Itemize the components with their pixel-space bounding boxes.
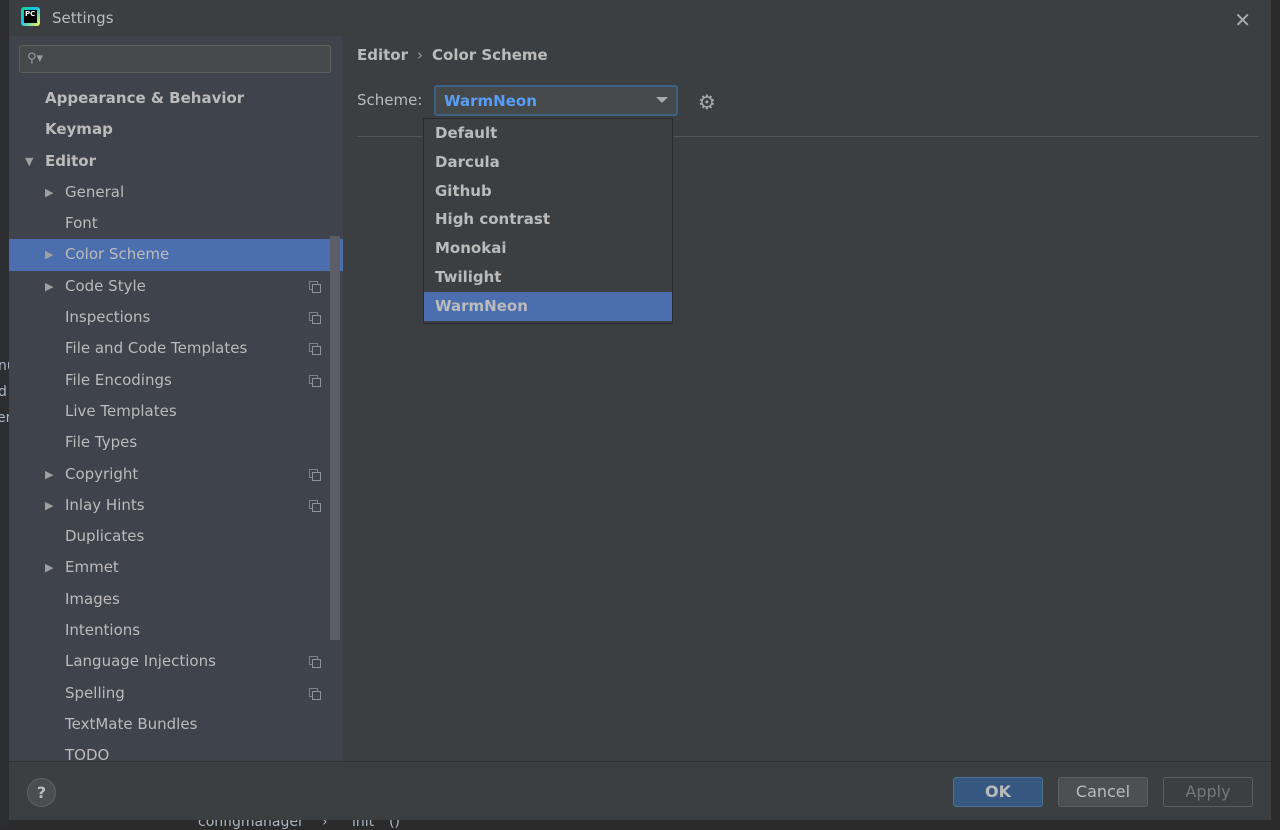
sidebar-item-images[interactable]: Images: [9, 584, 343, 615]
project-settings-icon: [309, 374, 321, 387]
background-text: d: [0, 384, 7, 400]
sidebar-item-emmet[interactable]: ▶ Emmet: [9, 552, 343, 583]
scheme-option[interactable]: WarmNeon: [424, 291, 672, 321]
sidebar-item-intentions[interactable]: Intentions: [9, 615, 343, 646]
sidebar-item-editor[interactable]: ▼ Editor: [9, 146, 343, 177]
sidebar-item-label: Spelling: [65, 683, 125, 702]
sidebar-item-appearance-behavior[interactable]: Appearance & Behavior: [9, 83, 343, 114]
sidebar-item-label: Inspections: [65, 308, 151, 327]
collapse-arrow-icon[interactable]: ▶: [45, 490, 53, 521]
project-settings-icon: [309, 280, 321, 293]
scheme-option[interactable]: Monokai: [424, 234, 672, 263]
sidebar-item-color-scheme[interactable]: ▶ Color Scheme: [9, 239, 343, 271]
sidebar-item-file-types[interactable]: File Types: [9, 427, 343, 458]
scheme-dropdown-value: WarmNeon: [444, 92, 537, 110]
breadcrumb: Editor › Color Scheme: [357, 46, 548, 64]
sidebar-item-code-style[interactable]: ▶ Code Style: [9, 271, 343, 302]
sidebar-item-file-encodings[interactable]: File Encodings: [9, 365, 343, 396]
search-input[interactable]: ⚲▾: [19, 45, 331, 73]
sidebar-item-label: Copyright: [65, 464, 139, 483]
sidebar-item-language-injections[interactable]: Language Injections: [9, 646, 343, 677]
sidebar-item-label: Inlay Hints: [65, 495, 145, 514]
breadcrumb-separator: ›: [417, 46, 423, 64]
sidebar-item-label: Duplicates: [65, 527, 145, 546]
scheme-option[interactable]: Github: [424, 177, 672, 206]
breadcrumb-editor[interactable]: Editor: [357, 46, 408, 64]
scheme-option[interactable]: Twilight: [424, 263, 672, 292]
scheme-dropdown[interactable]: WarmNeon: [434, 85, 678, 116]
sidebar-item-label: Live Templates: [65, 401, 177, 420]
settings-tree: Appearance & Behavior Keymap ▼ Editor ▶ Gener…: [9, 83, 343, 772]
sidebar-item-inlay-hints[interactable]: ▶ Inlay Hints: [9, 490, 343, 521]
sidebar-item-label: Keymap: [45, 120, 113, 139]
sidebar-item-label: File and Code Templates: [65, 339, 248, 358]
sidebar-item-font[interactable]: Font: [9, 208, 343, 239]
sidebar-item-label: Editor: [45, 151, 96, 170]
sidebar-item-textmate-bundles[interactable]: TextMate Bundles: [9, 709, 343, 740]
close-icon[interactable]: ✕: [1234, 8, 1251, 32]
sidebar-item-label: Images: [65, 589, 120, 608]
scheme-dropdown-list: Default Darcula Github High contrast Monokai…: [423, 118, 673, 324]
sidebar-item-label: File Encodings: [65, 370, 172, 389]
sidebar-item-keymap[interactable]: Keymap: [9, 114, 343, 145]
breadcrumb-color-scheme: Color Scheme: [432, 46, 548, 64]
project-settings-icon: [309, 656, 321, 669]
search-icon: ⚲▾: [27, 51, 44, 66]
project-settings-icon: [309, 687, 321, 700]
collapse-arrow-icon[interactable]: ▶: [45, 552, 53, 583]
collapse-arrow-icon[interactable]: ▶: [45, 271, 53, 302]
apply-button[interactable]: Apply: [1163, 777, 1253, 807]
sidebar-item-label: Code Style: [65, 276, 146, 295]
gear-icon[interactable]: ⚙: [698, 90, 716, 114]
window-title: Settings: [52, 9, 114, 27]
cancel-button[interactable]: Cancel: [1058, 777, 1148, 807]
sidebar-item-label: Color Scheme: [65, 245, 170, 264]
title-bar: PC Settings ✕: [9, 0, 1271, 36]
collapse-arrow-icon[interactable]: ▶: [45, 177, 53, 208]
scheme-option[interactable]: Darcula: [424, 148, 672, 177]
expand-arrow-icon[interactable]: ▼: [25, 146, 33, 177]
sidebar-item-label: TextMate Bundles: [65, 714, 198, 733]
sidebar-item-label: Language Injections: [65, 652, 216, 671]
ok-button[interactable]: OK: [953, 777, 1043, 807]
scheme-option[interactable]: High contrast: [424, 205, 672, 234]
project-settings-icon: [309, 312, 321, 325]
collapse-arrow-icon[interactable]: ▶: [45, 459, 53, 490]
chevron-down-icon: [656, 97, 668, 103]
project-settings-icon: [309, 499, 321, 512]
sidebar-item-file-and-code-templates[interactable]: File and Code Templates: [9, 333, 343, 364]
sidebar-item-label: Intentions: [65, 621, 141, 640]
sidebar-item-live-templates[interactable]: Live Templates: [9, 396, 343, 427]
sidebar-item-general[interactable]: ▶ General: [9, 177, 343, 208]
sidebar-item-duplicates[interactable]: Duplicates: [9, 521, 343, 552]
project-settings-icon: [309, 468, 321, 481]
scheme-label: Scheme:: [357, 91, 423, 109]
scheme-option[interactable]: Default: [424, 119, 672, 148]
sidebar-item-inspections[interactable]: Inspections: [9, 302, 343, 333]
pycharm-logo-icon: PC: [21, 7, 40, 26]
settings-sidebar: ⚲▾ Appearance & Behavior Keymap ▼ Editor ▶ Ge…: [9, 36, 343, 764]
sidebar-item-label: Appearance & Behavior: [45, 89, 245, 107]
sidebar-item-label: Emmet: [65, 558, 119, 577]
collapse-arrow-icon[interactable]: ▶: [45, 239, 53, 270]
sidebar-item-label: General: [65, 182, 125, 201]
sidebar-item-label: Font: [65, 214, 98, 233]
project-settings-icon: [309, 343, 321, 356]
sidebar-item-copyright[interactable]: ▶ Copyright: [9, 459, 343, 490]
dialog-footer: ? OK Cancel Apply: [9, 761, 1271, 821]
help-button[interactable]: ?: [27, 778, 56, 807]
sidebar-scrollbar[interactable]: [330, 236, 340, 640]
sidebar-item-label: File Types: [65, 433, 138, 452]
sidebar-item-spelling[interactable]: Spelling: [9, 678, 343, 709]
